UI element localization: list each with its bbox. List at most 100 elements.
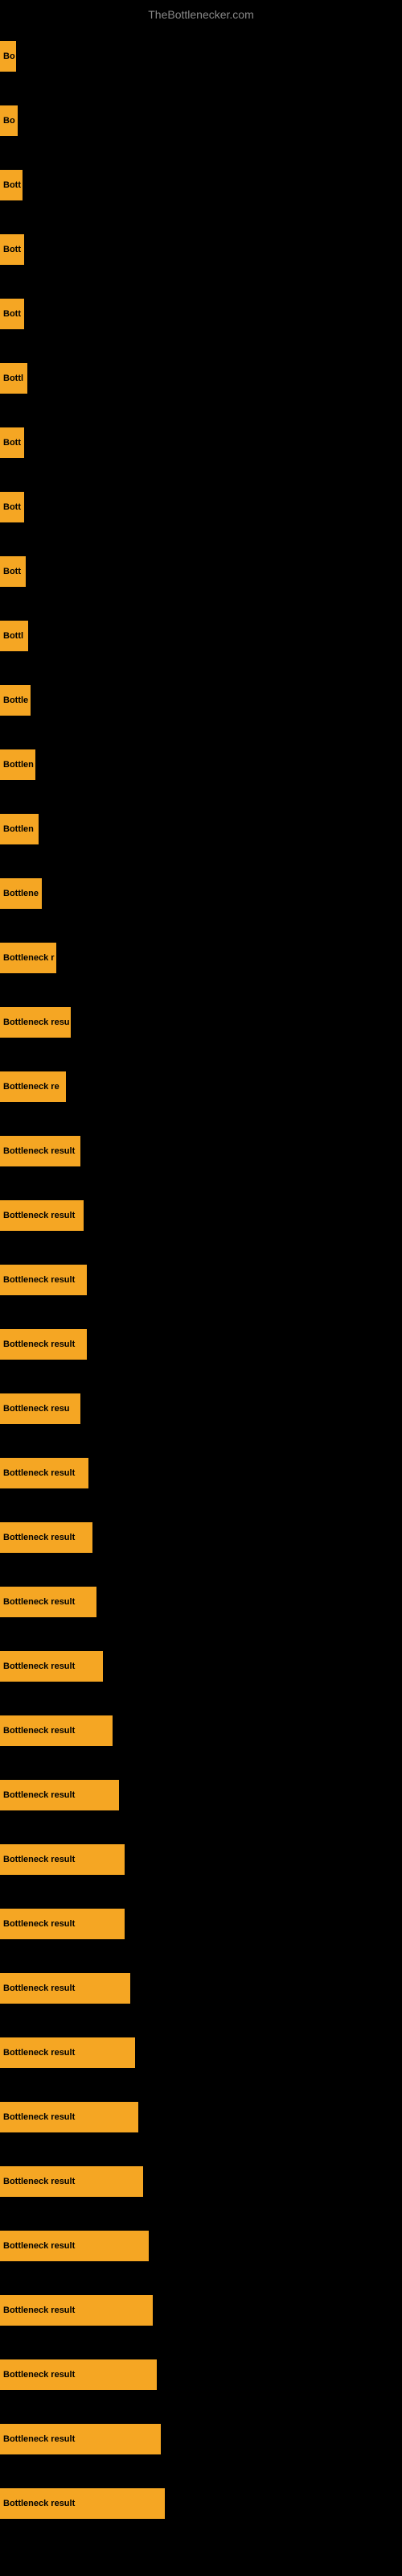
bar-row: Bottleneck result [0, 1312, 402, 1377]
bar-row: Bottleneck resu [0, 990, 402, 1055]
bar-row: Bottl [0, 604, 402, 668]
bar-item: Bottl [0, 621, 28, 651]
bar-label: Bottleneck result [3, 1662, 75, 1671]
bar-label: Bottleneck result [3, 1468, 75, 1478]
bar-item: Bottleneck result [0, 1200, 84, 1231]
bar-item: Bottleneck result [0, 2359, 157, 2390]
bar-row: Bottleneck result [0, 2407, 402, 2471]
bar-row: Bottleneck result [0, 1119, 402, 1183]
bar-label: Bott [3, 245, 21, 254]
bar-row: Bo [0, 89, 402, 153]
bar-row: Bo [0, 24, 402, 89]
bar-row: Bottleneck re [0, 1055, 402, 1119]
bar-label: Bottleneck re [3, 1082, 59, 1092]
bar-item: Bottleneck result [0, 1844, 125, 1875]
bar-item: Bottleneck r [0, 943, 56, 973]
bar-label: Bottleneck r [3, 953, 55, 963]
bar-label: Bott [3, 567, 21, 576]
bar-label: Bottleneck result [3, 2048, 75, 2058]
bars-container: Bo Bo Bott Bott Bott Bottl Bott Bott Bott Bottl Bo… [0, 24, 402, 2536]
bar-item: Bottleneck result [0, 2166, 143, 2197]
bar-row: Bott [0, 539, 402, 604]
bar-label: Bottleneck result [3, 1790, 75, 1800]
bar-row: Bottleneck result [0, 1699, 402, 1763]
bar-item: Bottleneck result [0, 1265, 87, 1295]
bar-row: Bottleneck result [0, 1763, 402, 1827]
bar-row: Bottleneck result [0, 2471, 402, 2536]
bar-item: Bottleneck result [0, 1458, 88, 1488]
bar-item: Bottlene [0, 878, 42, 909]
bar-item: Bottlen [0, 749, 35, 780]
bar-row: Bottleneck result [0, 2343, 402, 2407]
bar-item: Bott [0, 299, 24, 329]
bar-label: Bott [3, 180, 21, 190]
bar-row: Bottleneck result [0, 2214, 402, 2278]
bar-item: Bottleneck result [0, 1973, 130, 2004]
bar-label: Bottleneck result [3, 2177, 75, 2186]
bar-label: Bottleneck result [3, 1275, 75, 1285]
bar-item: Bottleneck result [0, 1136, 80, 1166]
bar-label: Bo [3, 116, 15, 126]
bar-item: Bott [0, 234, 24, 265]
bar-row: Bottlen [0, 733, 402, 797]
bar-label: Bottleneck resu [3, 1018, 70, 1027]
bar-label: Bottleneck result [3, 2370, 75, 2380]
bar-row: Bottleneck result [0, 1956, 402, 2021]
bar-item: Bottleneck result [0, 2295, 153, 2326]
bar-row: Bottleneck result [0, 1441, 402, 1505]
bar-row: Bottleneck result [0, 2149, 402, 2214]
bar-row: Bottleneck result [0, 2021, 402, 2085]
bar-label: Bott [3, 438, 21, 448]
bar-row: Bottlene [0, 861, 402, 926]
bar-item: Bottleneck result [0, 1522, 92, 1553]
bar-label: Bottle [3, 696, 28, 705]
bar-row: Bott [0, 475, 402, 539]
bar-item: Bottle [0, 685, 31, 716]
bar-row: Bottleneck result [0, 1248, 402, 1312]
bar-row: Bottleneck result [0, 1183, 402, 1248]
bar-label: Bottleneck result [3, 1855, 75, 1864]
bar-label: Bott [3, 502, 21, 512]
bar-label: Bottl [3, 374, 23, 383]
bar-item: Bo [0, 105, 18, 136]
bar-item: Bottleneck re [0, 1071, 66, 1102]
bar-row: Bottleneck resu [0, 1377, 402, 1441]
bar-item: Bottleneck resu [0, 1393, 80, 1424]
bar-label: Bottl [3, 631, 23, 641]
bar-label: Bottleneck result [3, 1919, 75, 1929]
bar-label: Bottleneck resu [3, 1404, 70, 1414]
bar-row: Bott [0, 217, 402, 282]
bar-label: Bottleneck result [3, 2434, 75, 2444]
bar-item: Bottleneck result [0, 1329, 87, 1360]
bar-label: Bottleneck result [3, 2241, 75, 2251]
bar-item: Bo [0, 41, 16, 72]
bar-item: Bottleneck result [0, 1651, 103, 1682]
bar-item: Bott [0, 427, 24, 458]
bar-item: Bottleneck result [0, 2424, 161, 2454]
bar-label: Bottleneck result [3, 1533, 75, 1542]
bar-row: Bottleneck r [0, 926, 402, 990]
bar-item: Bottleneck result [0, 1587, 96, 1617]
bar-item: Bottleneck result [0, 1715, 113, 1746]
bar-item: Bottlen [0, 814, 39, 844]
bar-row: Bottleneck result [0, 1827, 402, 1892]
bar-label: Bottleneck result [3, 1146, 75, 1156]
bar-row: Bottlen [0, 797, 402, 861]
bar-row: Bottleneck result [0, 2278, 402, 2343]
bar-row: Bott [0, 282, 402, 346]
bar-item: Bottleneck resu [0, 1007, 71, 1038]
bar-label: Bottleneck result [3, 2306, 75, 2315]
bar-item: Bottleneck result [0, 1780, 119, 1810]
bar-item: Bott [0, 492, 24, 522]
bar-row: Bott [0, 411, 402, 475]
bar-label: Bottleneck result [3, 1597, 75, 1607]
bar-item: Bott [0, 556, 26, 587]
bar-item: Bottleneck result [0, 1909, 125, 1939]
bar-row: Bott [0, 153, 402, 217]
bar-item: Bottleneck result [0, 2231, 149, 2261]
bar-label: Bottleneck result [3, 1726, 75, 1736]
bar-row: Bottle [0, 668, 402, 733]
bar-row: Bottleneck result [0, 1505, 402, 1570]
bar-row: Bottleneck result [0, 1570, 402, 1634]
bar-label: Bottleneck result [3, 1211, 75, 1220]
